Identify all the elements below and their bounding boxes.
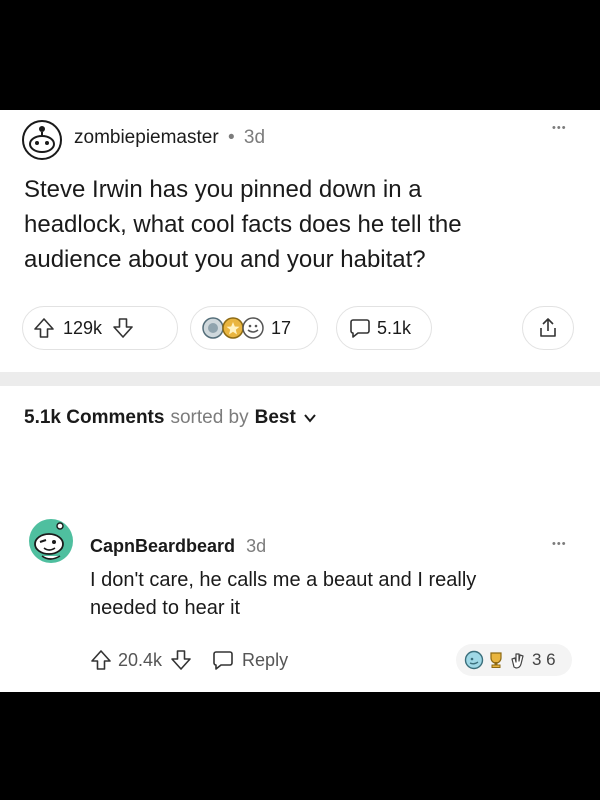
comment-more-button[interactable]: •••	[552, 538, 567, 550]
upvote-icon[interactable]	[33, 317, 55, 339]
op-username[interactable]: zombiepiemaster	[74, 127, 219, 148]
downvote-icon[interactable]	[170, 649, 192, 671]
commenter-avatar[interactable]	[28, 518, 74, 564]
post-upvote-count: 129k	[63, 317, 103, 338]
sorted-by-label: sorted by	[170, 407, 249, 428]
share-button[interactable]	[522, 306, 574, 350]
wholesome-award-icon	[242, 317, 264, 339]
comments-count: 5.1k Comments	[24, 407, 165, 428]
comment-text-line: I don't care, he calls me a beaut and I …	[90, 569, 477, 591]
clapping-award-icon	[511, 653, 524, 669]
post-comment-count: 5.1k	[377, 317, 412, 338]
comment-awards-pill[interactable]: 3 6	[456, 644, 572, 676]
comment-actions: 20.4k Reply	[90, 646, 288, 674]
share-icon	[540, 318, 556, 337]
comments-sort-bar[interactable]: 5.1k Comments sorted by Best	[24, 406, 318, 430]
comment-text-line: needed to hear it	[90, 597, 241, 619]
comment-age: 3d	[246, 536, 267, 556]
downvote-icon[interactable]	[112, 317, 134, 339]
sort-mode[interactable]: Best	[255, 406, 296, 430]
comment-body: I don't care, he calls me a beaut and I …	[90, 566, 476, 622]
post-more-button[interactable]: •••	[552, 122, 567, 134]
comment-upvote-count: 20.4k	[118, 649, 163, 670]
post-title[interactable]: Steve Irwin has you pinned down in a hea…	[24, 172, 462, 277]
reply-bubble-icon[interactable]	[212, 649, 234, 671]
vote-pill: 129k	[22, 306, 178, 350]
upvote-icon[interactable]	[90, 649, 112, 671]
chevron-down-icon[interactable]	[302, 410, 318, 426]
comment-bubble-icon	[350, 319, 370, 338]
snoo-avatar-icon	[22, 120, 62, 160]
post-title-line: Steve Irwin has you pinned down in a	[24, 176, 422, 203]
snoo-avatar-icon	[29, 519, 73, 563]
header-separator: •	[227, 127, 235, 148]
post-awards-count: 17	[271, 317, 292, 338]
trophy-award-icon	[490, 652, 502, 668]
post-title-line: headlock, what cool facts does he tell t…	[24, 211, 462, 238]
reply-button[interactable]: Reply	[242, 650, 288, 671]
reddit-post-screenshot: zombiepiemaster • 3d ••• Steve Irwin has…	[0, 110, 600, 692]
awards-pill[interactable]: 17	[190, 306, 318, 350]
comment-awards-count: 3 6	[532, 650, 556, 669]
post-age: 3d	[243, 127, 266, 148]
section-divider	[0, 372, 600, 386]
commenter-username[interactable]: CapnBeardbeard	[90, 536, 235, 556]
comments-pill[interactable]: 5.1k	[336, 306, 432, 350]
op-avatar[interactable]	[22, 120, 62, 160]
post-title-line: audience about you and your habitat?	[24, 246, 426, 273]
helpful-award-icon	[464, 650, 484, 670]
